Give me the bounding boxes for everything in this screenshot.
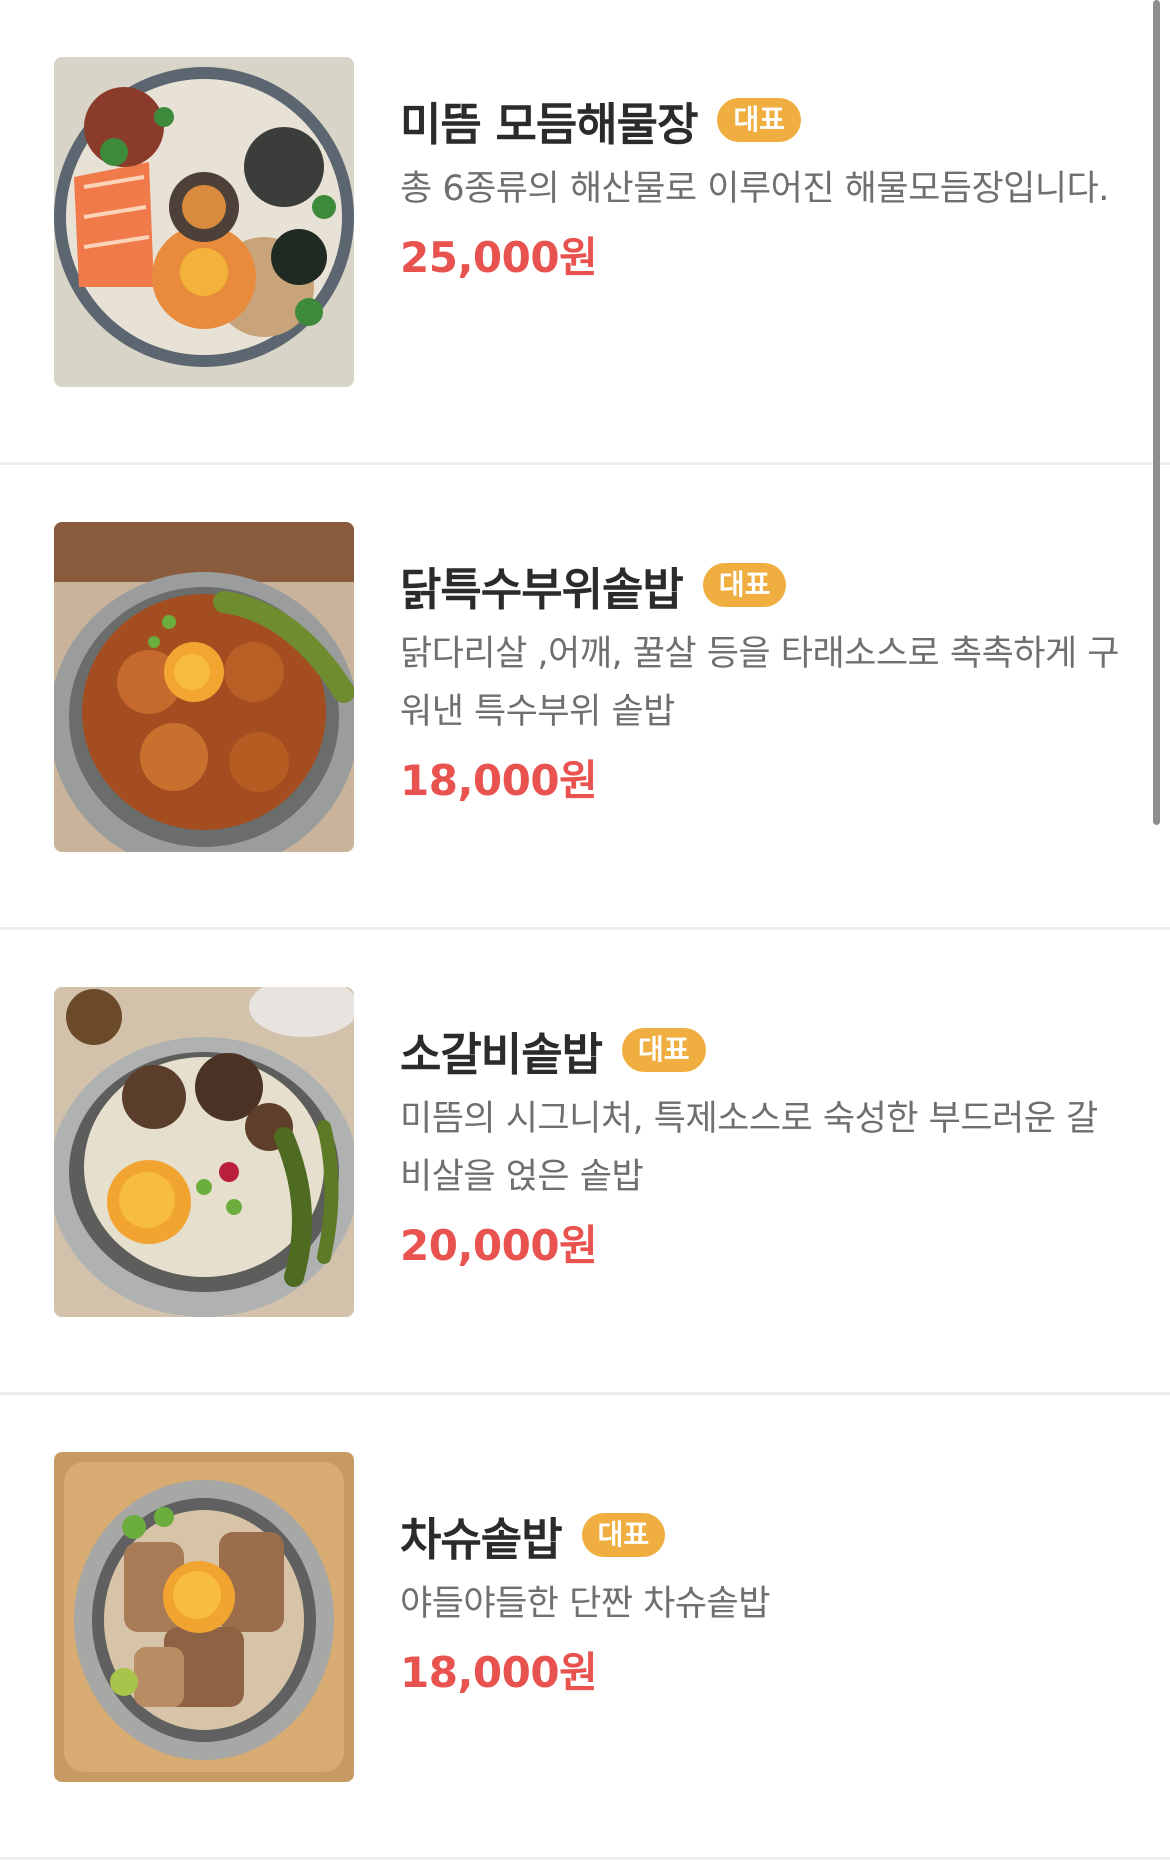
seafood-platter-image (54, 57, 354, 387)
menu-description: 총 6종류의 해산물로 이루어진 해물모듬장입니다. (400, 169, 1109, 209)
chicken-pot-rice-image (54, 522, 354, 852)
menu-name: 소갈비솥밥 (400, 1027, 603, 1081)
signature-badge: 대표 (702, 562, 787, 608)
menu-name: 닭특수부위솥밥 (400, 562, 684, 616)
seafood-platter-photo[interactable] (54, 57, 354, 387)
title-row: 닭특수부위솥밥 대표 (400, 555, 1120, 616)
menu-price: 18,000원 (400, 756, 598, 805)
menu-item[interactable]: 소갈비솥밥 대표 미뜸의 시그니처, 특제소스로 숙성한 부드러운 갈비살을 얹… (0, 930, 1170, 1395)
beef-rib-pot-rice-image (54, 987, 354, 1317)
chicken-pot-rice-photo[interactable] (54, 522, 354, 852)
menu-item[interactable]: 미뜸 모듬해물장 대표 총 6종류의 해산물로 이루어진 해물모듬장입니다. 2… (0, 0, 1170, 465)
menu-info: 차슈솥밥 대표 야들야들한 단짠 차슈솥밥 18,000원 (400, 1505, 1120, 1700)
menu-price: 25,000원 (400, 233, 598, 282)
menu-info: 소갈비솥밥 대표 미뜸의 시그니처, 특제소스로 숙성한 부드러운 갈비살을 얹… (400, 1020, 1120, 1273)
chashu-pot-rice-image (54, 1452, 354, 1782)
menu-info: 닭특수부위솥밥 대표 닭다리살 ,어깨, 꿀살 등을 타래소스로 촉촉하게 구워… (400, 555, 1120, 808)
beef-rib-pot-rice-photo[interactable] (54, 987, 354, 1317)
menu-name: 미뜸 모듬해물장 (400, 97, 698, 151)
title-row: 차슈솥밥 대표 (400, 1505, 1120, 1566)
menu-description: 닭다리살 ,어깨, 꿀살 등을 타래소스로 촉촉하게 구워낸 특수부위 솥밥 (400, 634, 1120, 732)
chashu-pot-rice-photo[interactable] (54, 1452, 354, 1782)
title-row: 미뜸 모듬해물장 대표 (400, 90, 1120, 151)
menu-description: 미뜸의 시그니처, 특제소스로 숙성한 부드러운 갈비살을 얹은 솥밥 (400, 1099, 1098, 1197)
signature-badge: 대표 (622, 1027, 706, 1073)
title-row: 소갈비솥밥 대표 (400, 1020, 1120, 1081)
menu-item[interactable]: 차슈솥밥 대표 야들야들한 단짠 차슈솥밥 18,000원 (0, 1395, 1170, 1860)
menu-list: 미뜸 모듬해물장 대표 총 6종류의 해산물로 이루어진 해물모듬장입니다. 2… (0, 0, 1170, 1860)
menu-info: 미뜸 모듬해물장 대표 총 6종류의 해산물로 이루어진 해물모듬장입니다. 2… (400, 90, 1120, 285)
signature-badge: 대표 (717, 97, 801, 143)
scrollbar[interactable] (1153, 0, 1160, 825)
menu-price: 20,000원 (400, 1221, 598, 1270)
menu-description: 야들야들한 단짠 차슈솥밥 (400, 1584, 770, 1624)
menu-item[interactable]: 닭특수부위솥밥 대표 닭다리살 ,어깨, 꿀살 등을 타래소스로 촉촉하게 구워… (0, 465, 1170, 930)
signature-badge: 대표 (581, 1512, 666, 1558)
menu-name: 차슈솥밥 (400, 1512, 563, 1566)
menu-page: 미뜸 모듬해물장 대표 총 6종류의 해산물로 이루어진 해물모듬장입니다. 2… (0, 0, 1170, 1860)
menu-price: 18,000원 (400, 1648, 598, 1697)
